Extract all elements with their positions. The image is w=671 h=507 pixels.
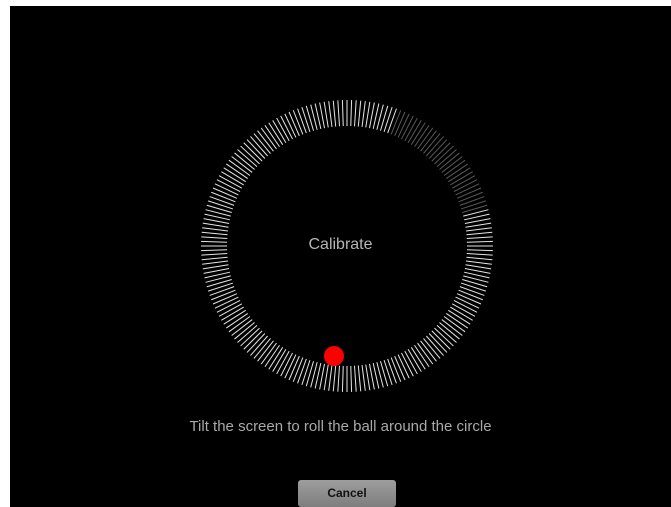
dial-tick bbox=[202, 222, 229, 228]
dial-tick bbox=[212, 293, 238, 305]
dial-tick bbox=[301, 106, 311, 133]
dial-tick bbox=[212, 187, 238, 199]
dial-tick bbox=[394, 111, 406, 137]
dial-tick bbox=[202, 227, 229, 232]
dial-tick bbox=[301, 359, 311, 386]
dial-tick bbox=[319, 102, 326, 129]
dial-tick bbox=[465, 264, 492, 270]
dial-tick bbox=[458, 191, 483, 203]
dial-tick bbox=[319, 363, 326, 390]
dial-tick bbox=[390, 357, 402, 382]
dial-tick bbox=[297, 358, 307, 384]
dial-tick bbox=[361, 101, 366, 128]
dial-tick bbox=[332, 100, 337, 127]
dial-tick bbox=[383, 106, 393, 133]
dial-tick bbox=[292, 110, 304, 135]
dial-tick bbox=[332, 365, 337, 392]
dial-tick bbox=[357, 100, 362, 127]
dial-tick bbox=[202, 264, 229, 270]
dial-tick bbox=[209, 286, 235, 296]
dial-tick bbox=[203, 267, 230, 274]
dial-tick bbox=[465, 260, 492, 265]
dial-tick bbox=[368, 363, 375, 390]
dial-tick bbox=[328, 101, 333, 128]
dial-tick bbox=[292, 357, 304, 382]
dial-tick bbox=[465, 227, 492, 232]
dial-tick bbox=[460, 200, 487, 210]
dial-tick bbox=[337, 100, 340, 127]
dial-tick bbox=[323, 364, 329, 391]
dial-tick bbox=[464, 218, 491, 225]
dial-tick bbox=[341, 365, 344, 392]
dial-tick bbox=[350, 365, 353, 392]
dial-tick bbox=[337, 365, 340, 392]
dial-tick bbox=[368, 102, 375, 129]
dial-tick bbox=[465, 222, 492, 228]
dial-tick bbox=[383, 359, 393, 386]
calibration-screen: Calibrate Tilt the screen to roll the ba… bbox=[10, 6, 671, 507]
dial-tick bbox=[458, 289, 483, 301]
dial-tick bbox=[207, 200, 234, 210]
dial-tick bbox=[341, 100, 344, 127]
dial-tick bbox=[207, 282, 234, 292]
instruction-text: Tilt the screen to roll the ball around … bbox=[189, 418, 492, 435]
dial-tick bbox=[459, 286, 485, 296]
dial-tick bbox=[466, 231, 493, 236]
dial-tick bbox=[459, 196, 485, 206]
dial-tick bbox=[201, 231, 228, 236]
dial-tick bbox=[456, 293, 482, 305]
dial-tick bbox=[456, 187, 482, 199]
dial-tick bbox=[288, 355, 300, 381]
tilt-ball bbox=[324, 346, 344, 366]
dial-tick bbox=[297, 108, 307, 134]
dial-tick bbox=[354, 100, 357, 127]
dial-tick bbox=[209, 196, 235, 206]
dial-tick bbox=[357, 365, 362, 392]
dial-tick bbox=[394, 355, 406, 381]
dial-tick bbox=[203, 218, 230, 225]
dial-tick bbox=[288, 111, 300, 137]
dial-tick bbox=[390, 110, 402, 135]
dial-tick bbox=[387, 358, 397, 384]
dial-tick bbox=[460, 282, 487, 292]
dial-tick bbox=[323, 101, 329, 128]
dial-tick bbox=[354, 365, 357, 392]
dial-tick bbox=[328, 364, 333, 391]
dial-tick bbox=[211, 289, 236, 301]
dial-tick bbox=[201, 256, 228, 261]
calibrate-title: Calibrate bbox=[308, 236, 373, 253]
dial-tick bbox=[365, 364, 371, 391]
dial-tick bbox=[466, 256, 493, 261]
dial-tick bbox=[211, 191, 236, 203]
dial-tick bbox=[350, 100, 353, 127]
dial-tick bbox=[365, 101, 371, 128]
cancel-button[interactable]: Cancel bbox=[298, 480, 396, 507]
dial-tick bbox=[361, 364, 366, 391]
dial-tick bbox=[387, 108, 397, 134]
dial-tick bbox=[464, 267, 491, 274]
dial-tick bbox=[202, 260, 229, 265]
